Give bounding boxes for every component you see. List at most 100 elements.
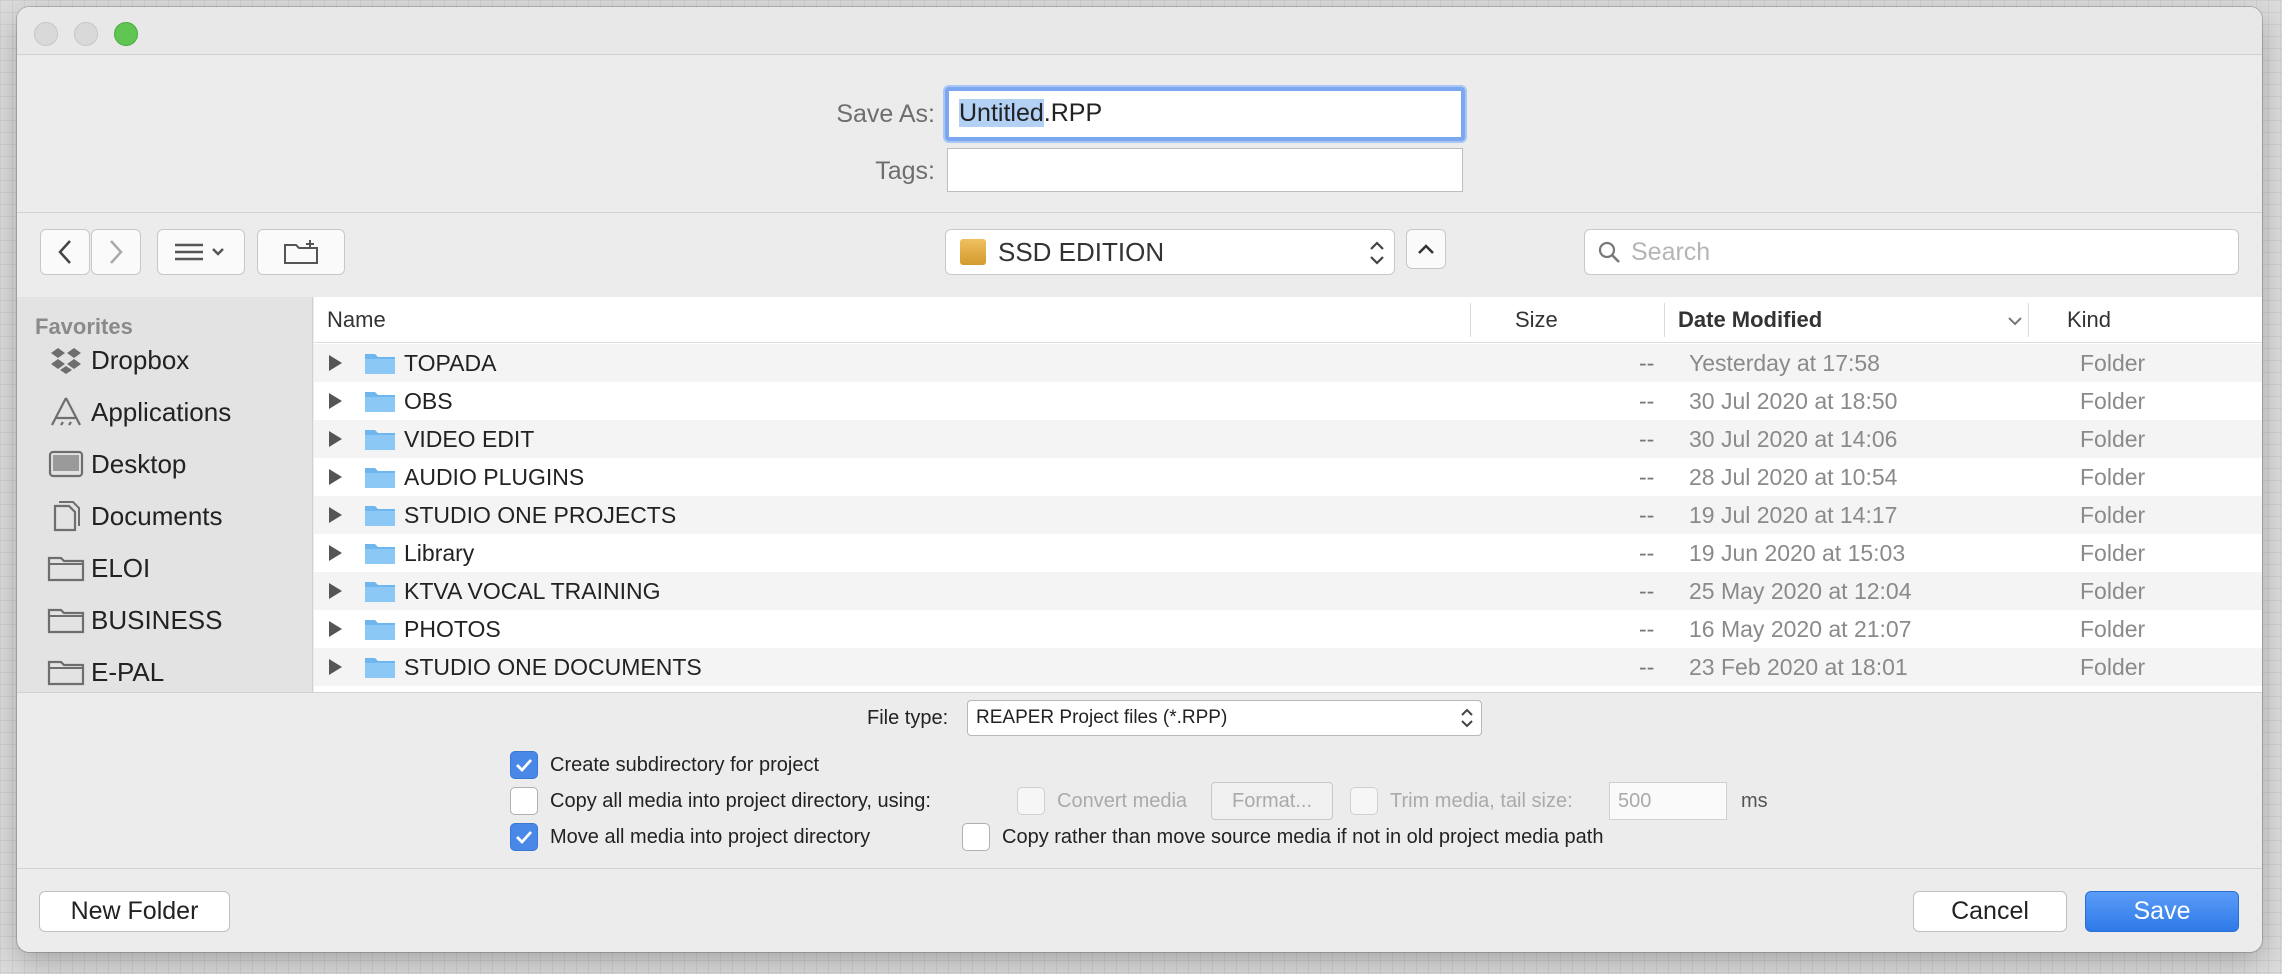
new-folder-button[interactable]: New Folder	[39, 891, 230, 932]
copy-media-option[interactable]: Copy all media into project directory, u…	[510, 787, 931, 815]
row-name: STUDIO ONE DOCUMENTS	[404, 654, 702, 680]
sidebar-item-e-pal[interactable]: E-PAL	[47, 652, 164, 692]
sidebar-item-label: Desktop	[91, 448, 187, 479]
row-kind: Folder	[2080, 540, 2146, 566]
dropbox-icon	[47, 344, 85, 376]
column-header-size[interactable]: Size	[1515, 297, 1558, 343]
location-label: SSD EDITION	[998, 236, 1165, 267]
copy-rather-checkbox[interactable]	[962, 823, 990, 851]
table-row[interactable]: TOPADA -- Yesterday at 17:58 Folder	[314, 344, 2262, 382]
cancel-button[interactable]: Cancel	[1913, 891, 2067, 932]
create-subdirectory-option[interactable]: Create subdirectory for project	[510, 751, 819, 779]
sidebar-item-label: BUSINESS	[91, 604, 223, 635]
tags-input[interactable]	[947, 148, 1463, 192]
row-size: --	[1639, 502, 1655, 528]
hard-drive-icon	[960, 239, 986, 265]
forward-button[interactable]	[91, 229, 141, 275]
table-row[interactable]: STUDIO ONE DOCUMENTS -- 23 Feb 2020 at 18:…	[314, 648, 2262, 686]
column-header-name[interactable]: Name	[327, 297, 386, 343]
trim-media-label: Trim media, tail size:	[1390, 789, 1573, 812]
documents-icon	[47, 500, 85, 532]
close-window-button[interactable]	[34, 22, 58, 46]
list-view-icon	[175, 243, 224, 261]
file-type-select[interactable]: REAPER Project files (*.RPP)	[967, 700, 1482, 736]
view-mode-button[interactable]	[157, 229, 245, 275]
tail-size-unit: ms	[1741, 790, 1768, 812]
copy-rather-option[interactable]: Copy rather than move source media if no…	[962, 823, 1603, 851]
title-bar	[17, 7, 2262, 55]
folder-icon	[364, 617, 396, 647]
sidebar-heading: Favorites	[35, 314, 133, 339]
row-size: --	[1639, 426, 1655, 452]
disclosure-triangle-icon[interactable]	[329, 583, 342, 599]
folder-icon	[364, 655, 396, 685]
move-media-option[interactable]: Move all media into project directory	[510, 823, 870, 851]
file-type-label: File type:	[867, 707, 949, 729]
disclosure-triangle-icon[interactable]	[329, 659, 342, 675]
checkmark-icon	[516, 759, 533, 773]
folder-icon	[364, 579, 396, 609]
disclosure-triangle-icon[interactable]	[329, 507, 342, 523]
table-row[interactable]: STUDIO ONE PROJECTS -- 19 Jul 2020 at 14:1…	[314, 496, 2262, 534]
table-row[interactable]: KTVA VOCAL TRAINING -- 25 May 2020 at 12:0…	[314, 572, 2262, 610]
search-field[interactable]: Search	[1584, 229, 2239, 275]
column-header-date-modified[interactable]: Date Modified	[1678, 297, 1822, 343]
table-row[interactable]: AUDIO PLUGINS -- 28 Jul 2020 at 10:54 Folde…	[314, 458, 2262, 496]
row-kind: Folder	[2080, 464, 2146, 490]
sidebar-item-business[interactable]: BUSINESS	[47, 600, 223, 640]
expand-collapse-button[interactable]	[1406, 229, 1446, 269]
copy-media-checkbox[interactable]	[510, 787, 538, 815]
sidebar-item-label: Applications	[91, 396, 232, 427]
filename-selected-text: Untitled	[959, 99, 1044, 127]
zoom-window-button[interactable]	[114, 22, 138, 46]
save-button[interactable]: Save	[2085, 891, 2239, 932]
applications-icon	[47, 396, 85, 428]
sidebar-item-desktop[interactable]: Desktop	[47, 444, 186, 484]
sidebar-item-label: E-PAL	[91, 656, 165, 687]
table-row[interactable]: OBS -- 30 Jul 2020 at 18:50 Folder	[314, 382, 2262, 420]
row-name: PHOTOS	[404, 616, 501, 642]
checkmark-icon	[516, 831, 533, 845]
disclosure-triangle-icon[interactable]	[329, 545, 342, 561]
sidebar-item-documents[interactable]: Documents	[47, 496, 223, 536]
row-name: VIDEO EDIT	[404, 426, 535, 452]
sidebar-item-eloi[interactable]: ELOI	[47, 548, 150, 588]
tail-size-input: 500	[1609, 782, 1727, 820]
column-header-kind[interactable]: Kind	[2067, 297, 2111, 343]
table-row[interactable]: PHOTOS -- 16 May 2020 at 21:07 Folder	[314, 610, 2262, 648]
disclosure-triangle-icon[interactable]	[329, 393, 342, 409]
copy-rather-label: Copy rather than move source media if no…	[1002, 825, 1604, 848]
location-popup[interactable]: SSD EDITION	[945, 229, 1395, 275]
disclosure-triangle-icon[interactable]	[329, 621, 342, 637]
row-date-modified: 19 Jul 2020 at 14:17	[1689, 502, 1898, 528]
create-subdirectory-checkbox[interactable]	[510, 751, 538, 779]
filename-extension: .RPP	[1043, 99, 1103, 127]
row-size: --	[1639, 540, 1655, 566]
disclosure-triangle-icon[interactable]	[329, 355, 342, 371]
search-icon	[1598, 241, 1620, 263]
column-separator	[2028, 303, 2029, 337]
row-kind: Folder	[2080, 350, 2146, 376]
sidebar-item-dropbox[interactable]: Dropbox	[47, 340, 189, 380]
back-button[interactable]	[40, 229, 90, 275]
row-size: --	[1639, 388, 1655, 414]
new-folder-toolbar-button[interactable]	[257, 229, 345, 275]
chevron-up-icon	[1418, 244, 1434, 254]
filename-input[interactable]: Untitled.RPP	[945, 87, 1465, 141]
sidebar-item-applications[interactable]: Applications	[47, 392, 231, 432]
sort-descending-icon	[2008, 317, 2022, 326]
row-kind: Folder	[2080, 426, 2146, 452]
minimize-window-button[interactable]	[74, 22, 98, 46]
row-date-modified: Yesterday at 17:58	[1689, 350, 1880, 376]
file-list: Name Size Date Modified Kind TOPADA -- Yes…	[314, 297, 2262, 692]
folder-icon	[47, 604, 85, 636]
row-date-modified: 30 Jul 2020 at 18:50	[1689, 388, 1898, 414]
table-row[interactable]: VIDEO EDIT -- 30 Jul 2020 at 14:06 Folder	[314, 420, 2262, 458]
chevron-right-icon	[110, 240, 123, 264]
disclosure-triangle-icon[interactable]	[329, 469, 342, 485]
row-size: --	[1639, 616, 1655, 642]
row-kind: Folder	[2080, 616, 2146, 642]
move-media-checkbox[interactable]	[510, 823, 538, 851]
table-row[interactable]: Library -- 19 Jun 2020 at 15:03 Folder	[314, 534, 2262, 572]
disclosure-triangle-icon[interactable]	[329, 431, 342, 447]
